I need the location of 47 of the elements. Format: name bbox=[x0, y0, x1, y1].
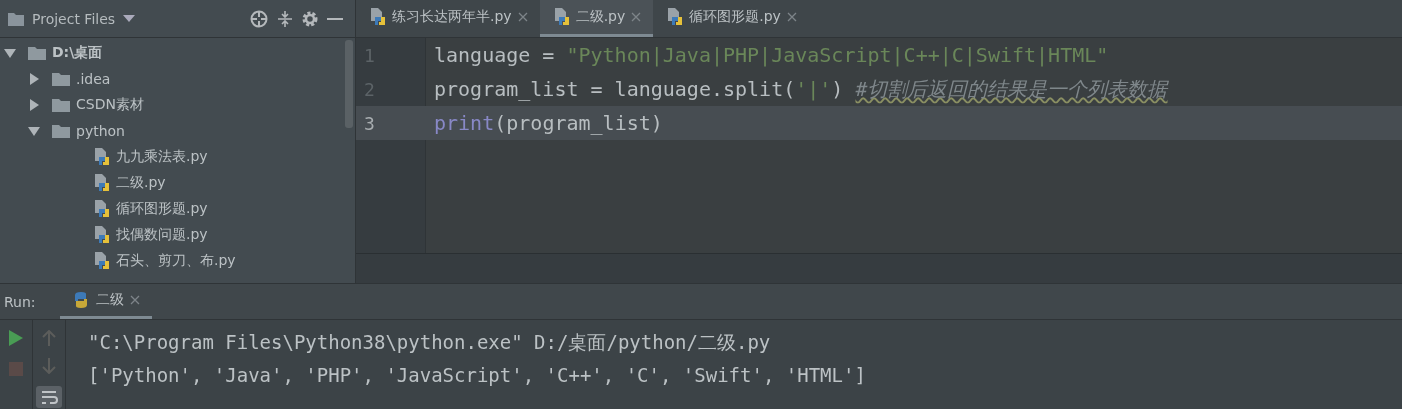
python-file-icon bbox=[667, 8, 684, 26]
python-file-icon bbox=[94, 148, 110, 166]
folder-icon bbox=[8, 11, 24, 26]
soft-wrap-icon[interactable] bbox=[36, 386, 62, 408]
python-file-icon bbox=[94, 252, 110, 270]
python-file-icon bbox=[94, 174, 110, 192]
folder-icon bbox=[28, 46, 46, 60]
expand-arrow-icon[interactable] bbox=[4, 47, 16, 59]
tree-item[interactable]: 石头、剪刀、布.py bbox=[116, 252, 236, 270]
tree-item[interactable]: 循环图形题.py bbox=[116, 200, 208, 218]
python-file-icon bbox=[370, 8, 386, 26]
folder-icon bbox=[52, 124, 70, 138]
code-line: language = "Python|Java|PHP|JavaScript|C++|C|Swift|HTML" bbox=[433, 43, 1109, 67]
tree-item[interactable]: D:\桌面 bbox=[52, 44, 103, 62]
folder-icon bbox=[52, 72, 70, 86]
python-file-icon bbox=[553, 8, 570, 26]
close-icon[interactable] bbox=[517, 12, 528, 22]
tree-item[interactable]: 九九乘法表.py bbox=[116, 148, 208, 166]
tree-item[interactable]: python bbox=[76, 123, 125, 139]
line-number: 3 bbox=[363, 112, 376, 134]
tree-item[interactable]: .idea bbox=[76, 71, 111, 87]
run-label: Run: bbox=[4, 293, 36, 310]
panel-title[interactable]: Project Files bbox=[32, 10, 116, 27]
code-line: print(program_list) bbox=[433, 111, 663, 135]
console-output-line: "C:\Program Files\Python38\python.exe" D:/桌面/python/二级.py bbox=[88, 330, 772, 355]
folder-icon bbox=[52, 98, 70, 112]
run-icon[interactable] bbox=[9, 330, 23, 346]
tree-item[interactable]: CSDN素材 bbox=[76, 96, 144, 114]
expand-arrow-icon[interactable] bbox=[28, 73, 40, 85]
close-icon[interactable] bbox=[129, 295, 140, 305]
editor-tab[interactable]: 循环图形题.py bbox=[653, 0, 809, 37]
close-icon[interactable] bbox=[631, 12, 642, 22]
python-file-icon bbox=[94, 226, 110, 244]
close-icon[interactable] bbox=[786, 12, 797, 22]
python-file-icon bbox=[94, 200, 110, 218]
tree-item[interactable]: 二级.py bbox=[116, 174, 166, 192]
editor-tab[interactable]: 二级.py bbox=[539, 0, 654, 37]
collapse-icon[interactable] bbox=[277, 9, 293, 28]
caret-icon[interactable] bbox=[123, 14, 136, 23]
code-line: program_list = language.split('|') #切割后返回的结果是一个列表数据 bbox=[433, 75, 1168, 103]
tree-item[interactable]: 找偶数问题.py bbox=[116, 226, 208, 244]
settings-icon[interactable] bbox=[301, 9, 319, 28]
expand-arrow-icon[interactable] bbox=[28, 125, 40, 137]
console-output-line: ['Python', 'Java', 'PHP', 'JavaScript', 'C++', 'C', 'Swift', 'HTML'] bbox=[88, 363, 866, 388]
expand-arrow-icon[interactable] bbox=[28, 99, 40, 111]
locate-icon[interactable] bbox=[249, 8, 269, 29]
editor-tab[interactable]: 练习长达两年半.py bbox=[356, 0, 540, 37]
